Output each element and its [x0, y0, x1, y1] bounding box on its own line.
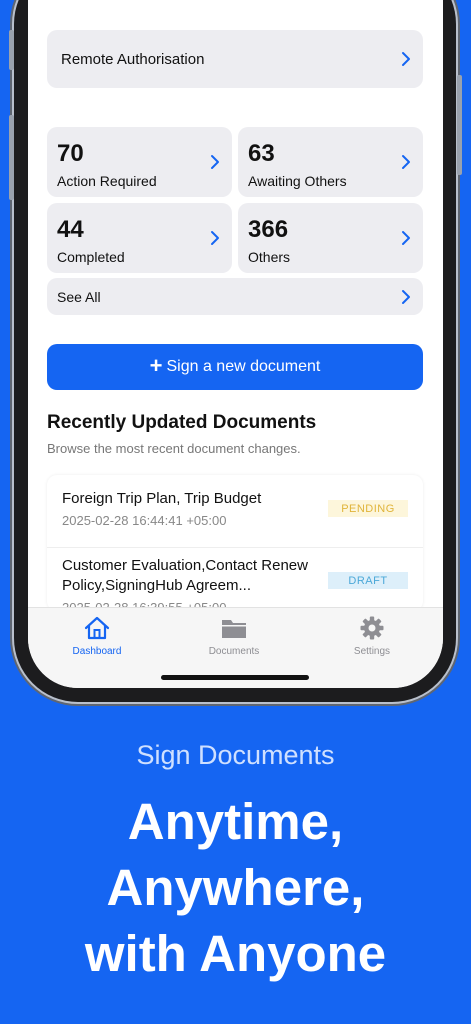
folder-icon — [222, 620, 246, 638]
chevron-right-icon — [211, 231, 219, 245]
sign-new-document-label: Sign a new document — [166, 358, 321, 375]
volume-down-button — [9, 115, 14, 200]
stat-card-action-required[interactable]: 70 Action Required — [47, 127, 232, 197]
chevron-right-icon — [211, 155, 219, 169]
home-indicator — [161, 675, 309, 680]
tab-bar: Dashboard Documents Settings — [28, 607, 443, 688]
recent-documents-subtitle: Browse the most recent document changes. — [47, 441, 301, 456]
document-title: Foreign Trip Plan, Trip Budget — [62, 490, 262, 507]
chevron-right-icon — [402, 52, 410, 66]
recent-documents-list: Foreign Trip Plan, Trip Budget 2025-02-2… — [47, 475, 423, 611]
tab-label: Dashboard — [72, 646, 122, 657]
gear-icon — [360, 616, 384, 640]
see-all-label: See All — [57, 288, 101, 305]
stat-count: 70 — [57, 140, 84, 167]
stat-count: 44 — [57, 216, 84, 243]
tagline-subtitle: Sign Documents — [136, 740, 335, 770]
stat-card-completed[interactable]: 44 Completed — [47, 203, 232, 273]
tab-label: Documents — [208, 646, 260, 657]
power-button — [457, 75, 462, 175]
tagline-line-2: Anywhere, — [106, 859, 365, 916]
sign-new-document-button[interactable]: + Sign a new document — [47, 344, 423, 390]
home-icon — [84, 616, 110, 640]
tab-dashboard[interactable]: Dashboard — [47, 616, 147, 657]
app-screen: Remote Authorisation 70 Action Required … — [28, 0, 443, 688]
chevron-right-icon — [402, 231, 410, 245]
chevron-right-icon — [402, 289, 410, 304]
tab-documents[interactable]: Documents — [184, 616, 284, 657]
document-row[interactable]: Foreign Trip Plan, Trip Budget 2025-02-2… — [47, 489, 423, 528]
stat-card-others[interactable]: 366 Others — [238, 203, 423, 273]
tagline-line-3: with Anyone — [84, 925, 387, 982]
chevron-right-icon — [402, 155, 410, 169]
stat-count: 366 — [248, 216, 289, 243]
stat-count: 63 — [248, 140, 275, 167]
see-all-row[interactable]: See All — [47, 278, 423, 315]
stat-label: Action Required — [57, 173, 157, 189]
plus-icon: + — [149, 353, 163, 378]
stat-label: Completed — [57, 249, 125, 265]
remote-authorisation-row[interactable]: Remote Authorisation — [47, 30, 423, 88]
stat-label: Others — [248, 249, 291, 265]
status-badge: PENDING — [328, 500, 408, 517]
remote-authorisation-label: Remote Authorisation — [61, 50, 205, 68]
document-title: Customer Evaluation,Contact Renew Policy… — [62, 557, 308, 594]
document-row[interactable]: Customer Evaluation,Contact Renew Policy… — [47, 547, 423, 611]
stat-label: Awaiting Others — [248, 173, 347, 189]
tagline-line-1: Anytime, — [127, 793, 344, 850]
stat-card-awaiting-others[interactable]: 63 Awaiting Others — [238, 127, 423, 197]
recent-documents-title: Recently Updated Documents — [47, 412, 317, 433]
tab-settings[interactable]: Settings — [322, 616, 422, 657]
status-badge: DRAFT — [328, 572, 408, 589]
volume-up-button — [9, 30, 14, 70]
tab-label: Settings — [353, 646, 391, 657]
